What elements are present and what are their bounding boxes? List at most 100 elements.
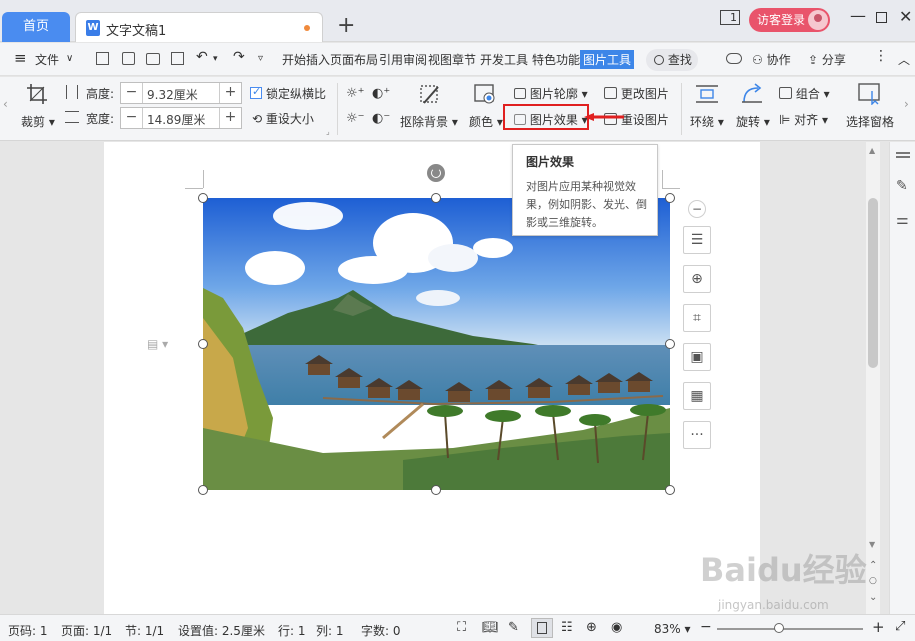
collab-button[interactable]: ⚇ 协作: [752, 51, 791, 68]
print-icon[interactable]: [146, 53, 160, 65]
share-button[interactable]: ⇪ 分享: [808, 51, 846, 68]
undo-icon[interactable]: ↶: [196, 49, 208, 65]
resize-handle-left[interactable]: [198, 339, 208, 349]
ribbon-scroll-right-icon[interactable]: ›: [904, 97, 909, 111]
width-decrease-button[interactable]: −: [121, 108, 143, 128]
status-section[interactable]: 节: 1/1: [125, 622, 164, 639]
selection-pane-button[interactable]: 选择窗格: [846, 113, 894, 130]
resize-handle-bottom-left[interactable]: [198, 485, 208, 495]
eye-protect-icon[interactable]: ◉: [611, 620, 622, 635]
collapse-ribbon-icon[interactable]: ︿: [898, 51, 910, 68]
cloud-icon[interactable]: [726, 53, 742, 64]
rotate-button[interactable]: 旋转 ▾: [736, 113, 770, 130]
width-stepper[interactable]: − 14.89厘米 +: [120, 107, 242, 129]
tab-home[interactable]: 首页: [2, 12, 70, 42]
resize-handle-top[interactable]: [431, 193, 441, 203]
more-dropdown-icon[interactable]: ▿: [258, 53, 263, 64]
more-options-icon[interactable]: ···: [683, 421, 711, 449]
export-pdf-icon[interactable]: [122, 52, 135, 65]
remove-background-button[interactable]: 抠除背景 ▾: [400, 113, 458, 130]
contrast-increase-icon[interactable]: ◐⁺: [372, 86, 390, 101]
crop-icon[interactable]: [26, 83, 48, 105]
status-column[interactable]: 列: 1: [316, 622, 344, 639]
group-button[interactable]: 组合 ▾: [779, 85, 830, 102]
status-setting-value[interactable]: 设置值: 2.5厘米: [178, 622, 265, 639]
undo-dropdown-icon[interactable]: ▾: [213, 54, 218, 64]
select-browse-icon[interactable]: ○: [869, 576, 877, 586]
zoom-percent[interactable]: 83% ▾: [654, 622, 691, 636]
image-convert-icon[interactable]: ▣: [683, 343, 711, 371]
menu-chapter[interactable]: 章节: [452, 51, 476, 68]
resize-handle-bottom[interactable]: [431, 485, 441, 495]
menu-file[interactable]: 文件: [35, 51, 59, 68]
crop-button[interactable]: 裁剪 ▾: [21, 113, 55, 130]
print-preview-icon[interactable]: [171, 52, 184, 65]
scrollbar-thumb[interactable]: [868, 198, 878, 368]
rotate-icon[interactable]: [740, 82, 764, 106]
change-picture-button[interactable]: 更改图片: [604, 85, 669, 102]
collapse-tools-icon[interactable]: −: [688, 200, 706, 218]
menu-page-layout[interactable]: 页面布局: [330, 51, 378, 68]
status-row[interactable]: 行: 1: [278, 622, 306, 639]
edit-mode-icon[interactable]: ✎: [508, 620, 519, 635]
zoom-slider-handle[interactable]: [774, 623, 784, 633]
menu-picture-tools[interactable]: 图片工具: [580, 50, 635, 69]
reading-mode-icon[interactable]: 📖︎: [482, 620, 499, 635]
align-button[interactable]: ⊫ 对齐 ▾: [779, 111, 828, 128]
size-dialog-launcher-icon[interactable]: ⌟: [326, 127, 330, 136]
zoom-out-icon[interactable]: −: [700, 619, 712, 635]
scroll-up-icon[interactable]: ▲: [869, 146, 875, 155]
brightness-increase-icon[interactable]: ☼⁺: [346, 86, 365, 101]
menu-reference[interactable]: 引用: [379, 51, 403, 68]
pane-menu-icon[interactable]: [896, 152, 910, 154]
chevron-down-icon[interactable]: ∨: [66, 53, 73, 64]
height-decrease-button[interactable]: −: [121, 83, 143, 103]
maximize-icon[interactable]: [876, 12, 887, 23]
next-page-icon[interactable]: ⌄: [869, 592, 877, 603]
status-word-count[interactable]: 字数: 0: [361, 622, 401, 639]
resize-handle-bottom-right[interactable]: [665, 485, 675, 495]
menu-insert[interactable]: 插入: [306, 51, 330, 68]
selection-pane-icon[interactable]: [858, 83, 882, 106]
text-wrap-icon[interactable]: [695, 83, 719, 105]
zoom-in-button-icon[interactable]: +: [872, 618, 885, 636]
paragraph-marker-icon[interactable]: ▤ ▾: [147, 337, 168, 351]
inserted-picture[interactable]: [203, 198, 670, 490]
zoom-in-icon[interactable]: ⊕: [683, 265, 711, 293]
hamburger-icon[interactable]: ≡: [14, 49, 27, 67]
height-value[interactable]: 9.32厘米: [147, 86, 198, 103]
zoom-slider[interactable]: [717, 628, 863, 630]
reset-size-button[interactable]: ⟲ 重设大小: [252, 110, 314, 127]
menu-start[interactable]: 开始: [282, 51, 306, 68]
resize-handle-right[interactable]: [665, 339, 675, 349]
settings-slider-icon[interactable]: ⚌: [896, 212, 909, 228]
web-view-icon[interactable]: ⊕: [586, 620, 597, 635]
height-stepper[interactable]: − 9.32厘米 +: [120, 82, 242, 104]
status-page-number[interactable]: 页码: 1: [8, 622, 48, 639]
redo-icon[interactable]: ↷: [233, 49, 245, 65]
lock-ratio-label[interactable]: 锁定纵横比: [266, 85, 326, 102]
menu-review[interactable]: 审阅: [403, 51, 427, 68]
fit-page-icon[interactable]: ⤢: [895, 619, 905, 634]
width-value[interactable]: 14.89厘米: [147, 111, 205, 128]
status-pages[interactable]: 页面: 1/1: [61, 622, 112, 639]
resize-handle-top-left[interactable]: [198, 193, 208, 203]
picture-outline-button[interactable]: 图片轮廓 ▾: [514, 85, 588, 102]
color-button[interactable]: 颜色 ▾: [469, 113, 503, 130]
guest-login-button[interactable]: 访客登录: [749, 8, 830, 32]
minimize-icon[interactable]: —: [850, 6, 866, 25]
brightness-decrease-icon[interactable]: ☼⁻: [346, 111, 365, 126]
scroll-down-icon[interactable]: ▼: [869, 540, 875, 549]
remove-background-icon[interactable]: [418, 83, 442, 107]
search-box[interactable]: 查找: [646, 49, 698, 71]
tab-document[interactable]: W 文字文稿1: [75, 12, 323, 42]
menu-dev-tools[interactable]: 开发工具: [480, 51, 528, 68]
page-view-icon[interactable]: [531, 618, 553, 638]
ribbon-scroll-left-icon[interactable]: ‹: [3, 97, 8, 111]
fullscreen-icon[interactable]: ⛶: [457, 620, 466, 635]
color-icon[interactable]: [474, 83, 496, 105]
resize-handle-top-right[interactable]: [665, 193, 675, 203]
layout-options-icon[interactable]: ☰: [683, 226, 711, 254]
new-tab-button[interactable]: +: [337, 14, 355, 38]
page-count-icon[interactable]: 1: [720, 10, 740, 25]
